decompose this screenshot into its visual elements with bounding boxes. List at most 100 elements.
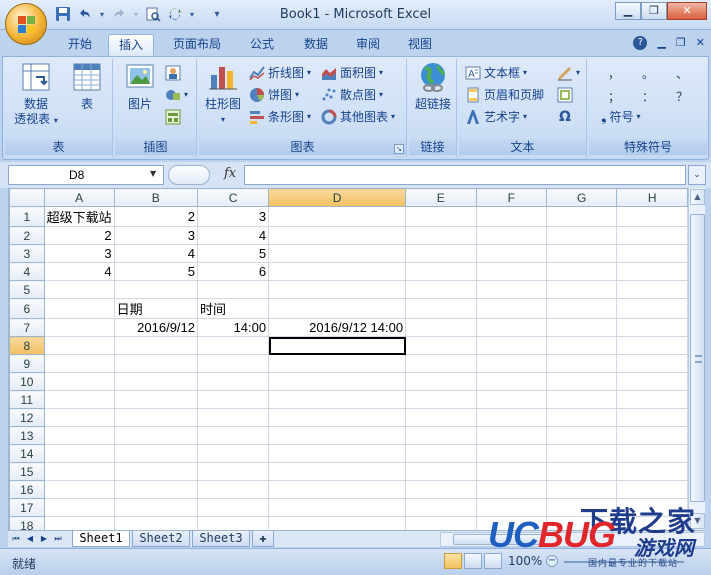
cell-e7[interactable] bbox=[405, 318, 477, 337]
column-header-d[interactable]: D bbox=[268, 188, 407, 207]
vertical-scroll-thumb[interactable] bbox=[690, 214, 705, 502]
cell-h4[interactable] bbox=[616, 262, 688, 281]
cell-d4[interactable] bbox=[268, 262, 407, 281]
row-header-16[interactable]: 16 bbox=[9, 480, 45, 499]
cell-c17[interactable] bbox=[197, 498, 270, 517]
cell-a16[interactable] bbox=[43, 480, 115, 499]
cell-h11[interactable] bbox=[616, 390, 688, 409]
insert-sheet-icon[interactable]: ✚ bbox=[252, 531, 274, 547]
tab-view[interactable]: 视图 bbox=[398, 34, 442, 56]
expand-formula-bar-button[interactable]: ⌄ bbox=[688, 165, 706, 185]
cell-g16[interactable] bbox=[545, 480, 618, 499]
cell-c9[interactable] bbox=[197, 354, 270, 373]
clipart-button[interactable] bbox=[165, 63, 181, 83]
cell-h10[interactable] bbox=[616, 372, 688, 391]
bar-chart-button[interactable]: 条形图 ▾ bbox=[249, 107, 311, 127]
last-sheet-arrow[interactable]: ⏭ bbox=[52, 533, 64, 545]
row-header-3[interactable]: 3 bbox=[9, 244, 45, 263]
workbook-minimize-button[interactable]: ▁ bbox=[657, 36, 665, 50]
page-break-view-icon[interactable] bbox=[484, 553, 502, 569]
column-header-a[interactable]: A bbox=[43, 188, 115, 207]
insert-function-button[interactable]: fx bbox=[224, 166, 236, 181]
cell-e18[interactable] bbox=[405, 516, 477, 530]
row-header-12[interactable]: 12 bbox=[9, 408, 45, 427]
cell-c1[interactable]: 3 bbox=[197, 206, 270, 227]
shapes-button[interactable]: ▾ bbox=[165, 85, 188, 105]
cell-b5[interactable] bbox=[113, 280, 199, 299]
row-header-9[interactable]: 9 bbox=[9, 354, 45, 373]
cell-c11[interactable] bbox=[197, 390, 270, 409]
cell-e3[interactable] bbox=[405, 244, 477, 263]
cell-a12[interactable] bbox=[43, 408, 115, 427]
cell-a2[interactable]: 2 bbox=[43, 226, 115, 245]
office-button[interactable] bbox=[5, 3, 47, 45]
cell-b14[interactable] bbox=[113, 444, 199, 463]
cell-e10[interactable] bbox=[405, 372, 477, 391]
sheet-tab-sheet3[interactable]: Sheet3 bbox=[192, 531, 250, 547]
cell-e13[interactable] bbox=[405, 426, 477, 445]
table-button[interactable]: 表 bbox=[67, 61, 107, 112]
name-box-dropdown[interactable]: ▼ bbox=[150, 169, 156, 178]
cell-c14[interactable] bbox=[197, 444, 270, 463]
cell-a18[interactable] bbox=[43, 516, 115, 530]
prev-sheet-arrow[interactable]: ◀ bbox=[24, 533, 36, 545]
signature-line-button[interactable]: ▾ bbox=[557, 63, 580, 83]
row-header-15[interactable]: 15 bbox=[9, 462, 45, 481]
row-header-6[interactable]: 6 bbox=[9, 298, 45, 319]
column-header-e[interactable]: E bbox=[405, 188, 477, 207]
tab-formulas[interactable]: 公式 bbox=[240, 34, 284, 56]
cell-e5[interactable] bbox=[405, 280, 477, 299]
wordart-button[interactable]: 艺术字 ▾ bbox=[465, 107, 527, 127]
cell-h16[interactable] bbox=[616, 480, 688, 499]
cell-h14[interactable] bbox=[616, 444, 688, 463]
cell-g1[interactable] bbox=[545, 206, 618, 227]
cell-g9[interactable] bbox=[545, 354, 618, 373]
cell-d18[interactable] bbox=[268, 516, 407, 530]
row-header-1[interactable]: 1 bbox=[9, 206, 45, 227]
formula-search-box[interactable] bbox=[168, 165, 210, 185]
restore-button[interactable]: ❐ bbox=[641, 2, 667, 20]
cell-a3[interactable]: 3 bbox=[43, 244, 115, 263]
cell-h1[interactable] bbox=[616, 206, 688, 227]
cell-f8[interactable] bbox=[475, 336, 547, 355]
cell-a17[interactable] bbox=[43, 498, 115, 517]
symbol-colon[interactable]: ： bbox=[631, 88, 665, 105]
cell-g14[interactable] bbox=[545, 444, 618, 463]
cell-e1[interactable] bbox=[405, 206, 477, 227]
cell-f2[interactable] bbox=[475, 226, 547, 245]
cell-b6[interactable]: 日期 bbox=[113, 298, 199, 319]
cell-e4[interactable] bbox=[405, 262, 477, 281]
row-header-13[interactable]: 13 bbox=[9, 426, 45, 445]
cell-g17[interactable] bbox=[545, 498, 618, 517]
smartart-button[interactable] bbox=[165, 107, 181, 127]
cell-f10[interactable] bbox=[475, 372, 547, 391]
select-all-corner[interactable] bbox=[9, 188, 45, 207]
cell-c5[interactable] bbox=[197, 280, 270, 299]
scatter-chart-button[interactable]: 散点图 ▾ bbox=[321, 85, 383, 105]
cell-e9[interactable] bbox=[405, 354, 477, 373]
horizontal-scrollbar[interactable] bbox=[440, 532, 705, 547]
cell-e12[interactable] bbox=[405, 408, 477, 427]
cell-b16[interactable] bbox=[113, 480, 199, 499]
cell-f13[interactable] bbox=[475, 426, 547, 445]
zoom-level[interactable]: 100% bbox=[508, 554, 542, 568]
symbol-button[interactable]: ❟ 符号 ▾ bbox=[601, 107, 641, 127]
cell-h13[interactable] bbox=[616, 426, 688, 445]
workbook-restore-button[interactable]: ❐ bbox=[676, 36, 686, 50]
minimize-button[interactable]: ▁ bbox=[615, 2, 641, 20]
cell-g15[interactable] bbox=[545, 462, 618, 481]
tab-insert[interactable]: 插入 bbox=[108, 34, 154, 56]
cell-c8[interactable] bbox=[197, 336, 270, 355]
vertical-scrollbar[interactable]: ▲ ▼ bbox=[688, 188, 705, 530]
textbox-button[interactable]: A 文本框 ▾ bbox=[465, 63, 527, 83]
cell-a11[interactable] bbox=[43, 390, 115, 409]
first-sheet-arrow[interactable]: ⏮ bbox=[10, 533, 22, 545]
column-header-f[interactable]: F bbox=[475, 188, 547, 207]
pivot-table-button[interactable]: 数据 透视表 ▾ bbox=[11, 61, 61, 128]
cell-a1[interactable]: 超级下载站 bbox=[43, 206, 115, 227]
cell-g13[interactable] bbox=[545, 426, 618, 445]
normal-view-icon[interactable] bbox=[444, 553, 462, 569]
cell-e14[interactable] bbox=[405, 444, 477, 463]
cell-a15[interactable] bbox=[43, 462, 115, 481]
cell-g10[interactable] bbox=[545, 372, 618, 391]
